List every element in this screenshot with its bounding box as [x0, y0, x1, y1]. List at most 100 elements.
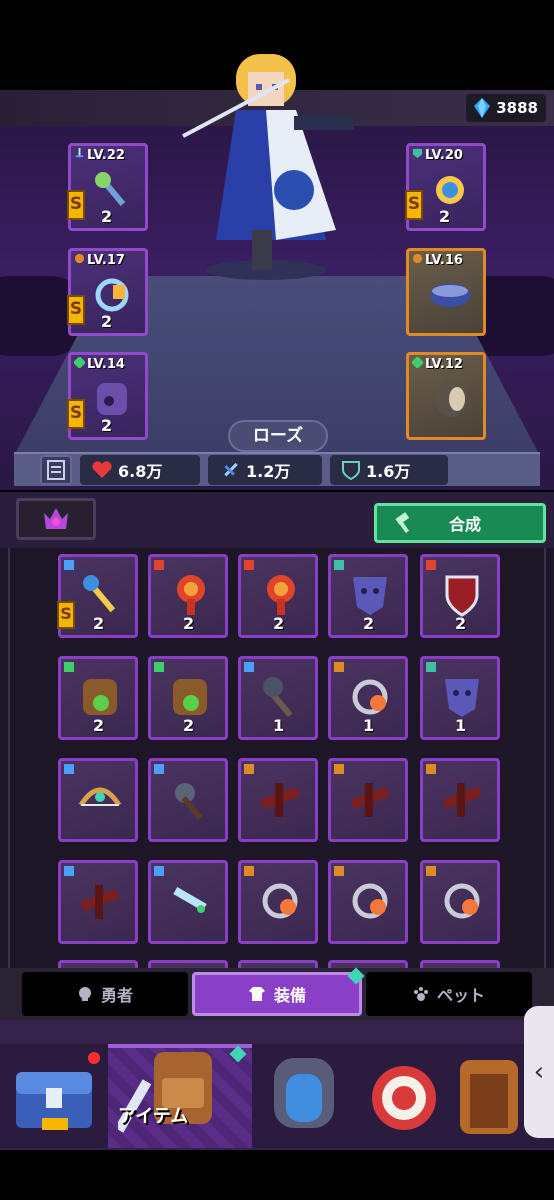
nav-dungeon-door[interactable]: [452, 1044, 524, 1148]
inventory-cell-partial[interactable]: [238, 960, 318, 968]
inventory-cell[interactable]: [328, 758, 408, 842]
mask-icon: [445, 679, 479, 717]
type-badge-icon: [244, 764, 254, 774]
equip-slot-amulet[interactable]: LV.20 S 2: [405, 143, 486, 231]
inventory-cell[interactable]: 2: [328, 554, 408, 638]
hero-stats-bar: 6.8万 1.2万 1.6万: [40, 454, 514, 486]
inventory-cell[interactable]: 1: [420, 656, 500, 740]
dagger-icon: [173, 887, 207, 913]
equip-slot-bracelet[interactable]: LV.16: [406, 248, 486, 336]
tab-equipment[interactable]: 装備: [192, 972, 362, 1016]
ring-icon: [262, 883, 298, 919]
type-badge-icon: [426, 764, 436, 774]
inventory-cell[interactable]: [58, 860, 138, 944]
ring-icon: [352, 883, 388, 919]
fire-scroll-icon: [267, 575, 295, 615]
gold-s-icon: S: [67, 399, 85, 429]
inventory-cell[interactable]: [148, 860, 228, 944]
inventory-cell[interactable]: [148, 758, 228, 842]
type-badge-icon: [64, 662, 74, 672]
item-count: 2: [273, 614, 285, 633]
staff-icon: [95, 172, 126, 206]
nav-target[interactable]: [354, 1044, 458, 1148]
item-count: 1: [455, 716, 467, 735]
type-badge-icon: [64, 764, 74, 774]
type-badge-icon: [334, 764, 344, 774]
inventory-cell[interactable]: 2: [58, 656, 138, 740]
equip-slot-weapon[interactable]: LV.22 S 2: [67, 143, 148, 231]
nav-label-items: アイテム: [118, 1106, 189, 1127]
purple-glove-icon: [97, 383, 127, 415]
side-collapse-handle[interactable]: ‹: [524, 1006, 554, 1138]
green-type-icon: [412, 357, 423, 368]
filter-button[interactable]: [16, 498, 96, 540]
slot-level: LV.14: [87, 357, 125, 372]
type-badge-icon: [334, 866, 344, 876]
type-badge-icon: [426, 662, 436, 672]
inventory-cell[interactable]: [420, 860, 500, 944]
inventory-cell-partial[interactable]: [328, 960, 408, 968]
inventory-cell[interactable]: [238, 860, 318, 944]
type-badge-icon: [244, 866, 254, 876]
inventory-cell[interactable]: [328, 860, 408, 944]
slot-count: 2: [101, 416, 113, 435]
gem-counter[interactable]: 3888: [466, 94, 546, 122]
equip-slot-glove[interactable]: LV.14 S 2: [67, 352, 148, 440]
type-badge-icon: [244, 662, 254, 672]
tab-heroes[interactable]: 勇者: [22, 972, 188, 1016]
item-count: 2: [93, 716, 105, 735]
details-list-button[interactable]: [40, 455, 72, 485]
sword-icon: [224, 462, 238, 477]
type-badge-icon: [64, 866, 74, 876]
bracelet-icon: [430, 283, 470, 307]
ring-icon: [444, 883, 480, 919]
hero-name-plate: ローズ: [228, 420, 328, 452]
equip-slot-boot[interactable]: LV.12: [406, 352, 486, 440]
inventory-cell[interactable]: 1: [328, 656, 408, 740]
inventory-cell[interactable]: 2: [148, 656, 228, 740]
type-badge-icon: [426, 866, 436, 876]
tab-label: 装備: [273, 986, 306, 1005]
golden-staff-icon: [83, 575, 116, 613]
inventory-cell[interactable]: 1: [238, 656, 318, 740]
type-badge-icon: [244, 560, 254, 570]
inventory-cell[interactable]: S2: [57, 554, 138, 638]
inventory-cell[interactable]: 2: [148, 554, 228, 638]
orange-type-icon: [74, 253, 85, 264]
orange-type-icon: [412, 253, 423, 264]
green-glove-icon: [173, 679, 207, 715]
nav-items[interactable]: [108, 1044, 252, 1148]
shirt-icon: [248, 987, 265, 1001]
inventory-cell[interactable]: [238, 758, 318, 842]
fuse-button[interactable]: 合成: [374, 503, 546, 543]
slot-level: LV.20: [425, 148, 463, 163]
item-count: 1: [273, 716, 285, 735]
skull-icon: [78, 987, 91, 1001]
slot-count: 2: [101, 207, 113, 226]
stat-attack: 1.2万: [208, 455, 322, 485]
inventory-cell[interactable]: 2: [420, 554, 500, 638]
inventory-cell-partial[interactable]: [148, 960, 228, 968]
shield-icon: [445, 575, 479, 617]
inventory-cell[interactable]: 2: [238, 554, 318, 638]
inventory-grid[interactable]: S2 2 2 2 2 2 2 1 1 1: [0, 548, 554, 968]
type-badge-icon: [154, 866, 164, 876]
tab-pets[interactable]: ペット: [366, 972, 532, 1016]
tab-label: ペット: [436, 986, 485, 1005]
item-count: 2: [183, 716, 195, 735]
target-icon: [372, 1066, 436, 1130]
item-count: 2: [455, 614, 467, 633]
inventory-cell[interactable]: [58, 758, 138, 842]
fuse-label: 合成: [449, 515, 482, 534]
nav-dungeon[interactable]: [254, 1044, 358, 1148]
ring-icon: [95, 278, 129, 312]
inventory-cell-partial[interactable]: [58, 960, 138, 968]
item-count: 2: [183, 614, 195, 633]
equip-slot-ring[interactable]: LV.17 S 2: [67, 248, 148, 336]
type-badge-icon: [334, 662, 344, 672]
inventory-cell[interactable]: [420, 758, 500, 842]
hero-rose-sprite: [182, 54, 354, 280]
ring-icon: [352, 679, 388, 715]
inventory-cell-partial[interactable]: [420, 960, 500, 968]
crossbow-icon: [80, 885, 120, 919]
